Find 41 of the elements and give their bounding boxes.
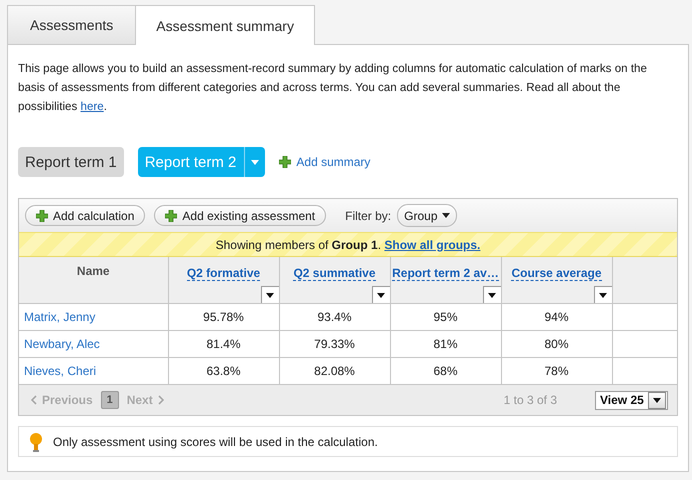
- table-cell: 79.33%: [279, 330, 390, 358]
- help-link[interactable]: here: [80, 100, 104, 113]
- filter-dropdown[interactable]: Group: [397, 204, 456, 227]
- column-menu-button[interactable]: [594, 286, 612, 303]
- add-button[interactable]: Add calculation: [25, 205, 146, 226]
- page-range: 1 to 3 of 3: [504, 393, 557, 407]
- summary-tab[interactable]: Report term 1: [18, 147, 124, 177]
- plus-icon: [36, 210, 48, 222]
- caret-icon: [266, 292, 274, 298]
- page-size-select[interactable]: View 25: [595, 390, 668, 410]
- chevron-left-icon: [31, 395, 37, 405]
- tab[interactable]: Assessment summary: [135, 5, 315, 45]
- tab[interactable]: Assessments: [7, 5, 136, 44]
- table-cell: 80%: [501, 330, 612, 358]
- table-cell: 81%: [390, 330, 501, 358]
- column-menu-button[interactable]: [372, 286, 390, 303]
- caret-icon: [599, 292, 607, 298]
- banner-text: Showing members of Group 1.: [216, 238, 382, 252]
- column-menu-button[interactable]: [482, 286, 500, 303]
- table-cell: 95%: [390, 304, 501, 330]
- table-cell: 81.4%: [168, 330, 279, 358]
- add-summary-link[interactable]: Add summary: [279, 155, 370, 169]
- plus-icon: [165, 210, 178, 222]
- intro-text: This page allows you to build an assessment-record summary by adding columns for automatic calculation of marks on the basis of assessments from different categories and across terms. You can add several summaries. Read all about the possibilities here.: [18, 61, 648, 115]
- add-button[interactable]: Add existing assessment: [154, 205, 326, 226]
- table-cell: 95.78%: [168, 304, 279, 330]
- plus-icon: [279, 156, 292, 168]
- chevron-right-icon: [158, 395, 164, 405]
- lightbulb-icon: [29, 432, 43, 452]
- column-menu-button[interactable]: [260, 286, 278, 303]
- column-header: Name: [76, 263, 111, 278]
- filter-label: Filter by:: [345, 208, 392, 222]
- caret-icon: [442, 213, 450, 218]
- caret-icon: [377, 292, 385, 298]
- caret-icon: [488, 292, 496, 298]
- tip-text: Only assessment using scores will be used in the calculation.: [53, 434, 378, 448]
- table-cell: 93.4%: [279, 304, 390, 330]
- show-all-link[interactable]: Show all groups.: [384, 238, 480, 252]
- table-cell: 94%: [501, 304, 612, 330]
- page-number[interactable]: 1: [100, 391, 119, 409]
- caret-icon: [653, 398, 661, 402]
